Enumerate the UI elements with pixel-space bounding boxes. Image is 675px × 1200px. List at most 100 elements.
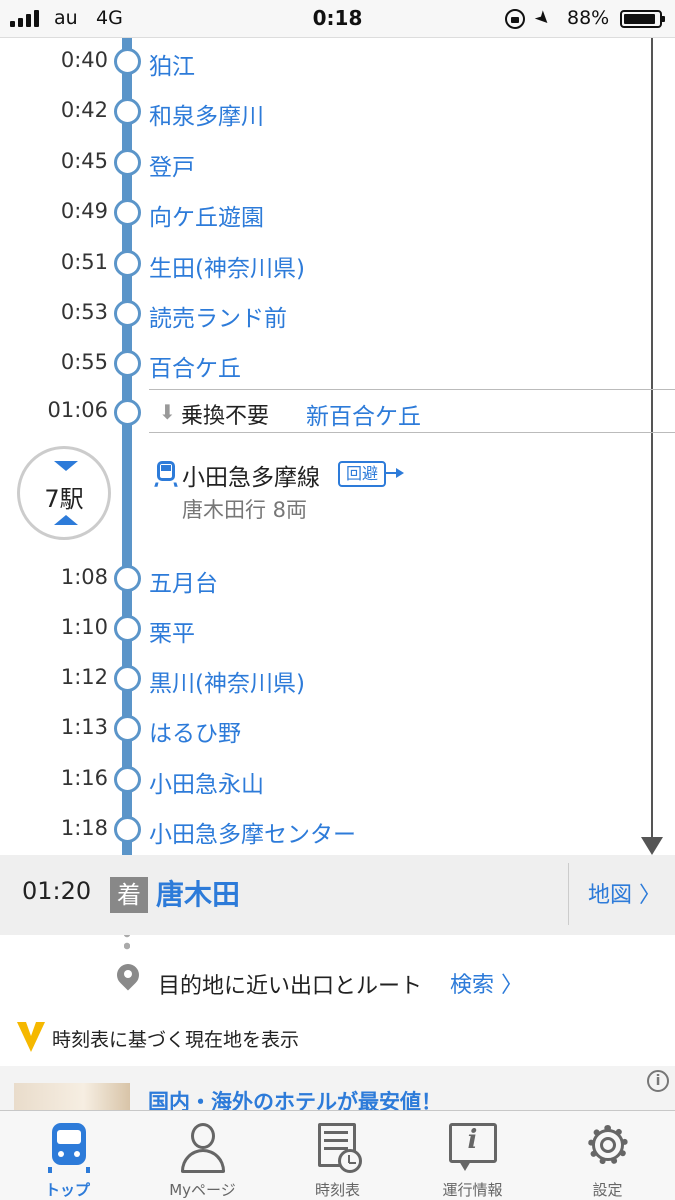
line-name: 小田急多摩線 <box>182 465 320 491</box>
stop-time: 0:49 <box>60 199 108 223</box>
train-icon <box>154 461 178 487</box>
exit-route-label: 目的地に近い出口とルート <box>158 974 423 999</box>
stop-name[interactable]: 和泉多摩川 <box>149 97 264 131</box>
stop-time: 0:42 <box>60 98 108 122</box>
stop-row[interactable]: 0:40 狛江 <box>0 41 675 81</box>
stop-row[interactable]: 0:51 生田(神奈川県) <box>0 243 675 283</box>
arrow-down-icon: ⬇ <box>159 400 176 424</box>
collapse-icon <box>54 461 78 471</box>
stop-dot-icon <box>114 565 141 592</box>
stop-dot-icon <box>114 350 141 377</box>
tab-settings[interactable]: 設定 <box>540 1111 675 1200</box>
map-link[interactable]: 地図 〉 <box>588 877 661 909</box>
stop-time: 0:51 <box>60 250 108 274</box>
stop-dot-icon <box>114 250 141 277</box>
stop-name[interactable]: 狛江 <box>149 47 195 81</box>
gear-icon <box>580 1121 636 1175</box>
ad-text[interactable]: 国内・海外のホテルが最安値！ <box>148 1086 442 1110</box>
stop-row[interactable]: 1:10 栗平 <box>0 608 675 648</box>
stop-time: 0:53 <box>60 300 108 324</box>
stop-row[interactable]: 1:16 小田急永山 <box>0 759 675 799</box>
ad-thumbnail <box>14 1083 130 1110</box>
stop-dot-icon <box>114 665 141 692</box>
station-count: 7駅 <box>44 485 84 513</box>
orientation-lock-icon <box>505 9 525 29</box>
stop-name[interactable]: 登戸 <box>149 148 195 182</box>
train-icon <box>40 1121 96 1175</box>
avoid-button[interactable]: 回避 <box>338 461 387 487</box>
stop-name[interactable]: 読売ランド前 <box>149 299 287 333</box>
stop-name[interactable]: 栗平 <box>149 614 195 648</box>
arrival-station[interactable]: 唐木田 <box>156 873 240 913</box>
stop-name[interactable]: 百合ケ丘 <box>149 349 241 383</box>
stop-time: 1:13 <box>60 715 108 739</box>
stop-dot-icon <box>114 199 141 226</box>
tab-label: 設定 <box>592 1181 623 1199</box>
tab-label: 時刻表 <box>314 1181 360 1199</box>
current-position-row[interactable]: 時刻表に基づく現在地を表示 <box>0 1020 675 1056</box>
stop-row[interactable]: 1:13 はるひ野 <box>0 708 675 748</box>
stop-row[interactable]: 0:42 和泉多摩川 <box>0 91 675 131</box>
line-destination: 唐木田行 8両 <box>182 498 308 522</box>
route-detail[interactable]: 0:40 狛江 0:42 和泉多摩川 0:45 登戸 0:49 向ケ丘遊園 0:… <box>0 38 675 1110</box>
arrival-time: 01:20 <box>22 877 92 905</box>
info-icon: i <box>445 1121 501 1175</box>
arrow-right-icon <box>384 466 404 480</box>
stop-row[interactable]: 0:53 読売ランド前 <box>0 293 675 333</box>
stop-time: 1:16 <box>60 766 108 790</box>
exit-route-row[interactable]: 目的地に近い出口とルート 検索 〉 <box>0 958 675 1008</box>
stop-row[interactable]: 1:08 五月台 <box>0 558 675 598</box>
timetable-icon <box>310 1121 366 1175</box>
stop-name[interactable]: 向ケ丘遊園 <box>149 198 264 232</box>
stop-dot-icon <box>114 715 141 742</box>
battery-icon <box>620 10 665 28</box>
stop-row[interactable]: 1:12 黒川(神奈川県) <box>0 658 675 698</box>
transfer-time: 01:06 <box>47 398 108 422</box>
expand-icon <box>54 515 78 525</box>
stop-name[interactable]: 黒川(神奈川県) <box>149 664 305 698</box>
tab-timetable[interactable]: 時刻表 <box>270 1111 405 1200</box>
map-pin-icon <box>112 959 144 998</box>
battery-percent: 88% <box>567 7 610 29</box>
stop-name[interactable]: 小田急永山 <box>149 765 264 799</box>
stop-dot-icon <box>114 766 141 793</box>
stop-dot-icon <box>114 300 141 327</box>
divider <box>568 863 569 925</box>
tab-bar: トップ Myページ 時刻表 i 運行情報 設定 <box>0 1110 675 1200</box>
stop-name[interactable]: はるひ野 <box>149 714 241 748</box>
stop-time: 0:55 <box>60 350 108 374</box>
stop-time: 1:10 <box>60 615 108 639</box>
stop-time: 0:45 <box>60 149 108 173</box>
transfer-row[interactable]: ⬇ 乗換不要 新百合ケ丘 <box>149 389 675 433</box>
stop-dot-icon <box>114 48 141 75</box>
stop-dot-icon <box>114 149 141 176</box>
arrival-row[interactable]: 01:20 着 唐木田 地図 〉 <box>0 855 675 935</box>
stop-name[interactable]: 生田(神奈川県) <box>149 249 305 283</box>
line-info[interactable]: 小田急多摩線 回避 唐木田行 8両 <box>154 458 555 528</box>
stop-row[interactable]: 0:49 向ケ丘遊園 <box>0 192 675 232</box>
stop-time: 1:18 <box>60 816 108 840</box>
current-position-label: 時刻表に基づく現在地を表示 <box>52 1029 300 1051</box>
tab-label: Myページ <box>169 1181 236 1199</box>
tab-top[interactable]: トップ <box>0 1111 135 1200</box>
stop-name[interactable]: 小田急多摩センター <box>149 815 356 849</box>
stop-time: 0:40 <box>60 48 108 72</box>
stop-dot-icon <box>114 98 141 125</box>
tab-mypage[interactable]: Myページ <box>135 1111 270 1200</box>
stop-row[interactable]: 0:45 登戸 <box>0 142 675 182</box>
tab-service-info[interactable]: i 運行情報 <box>405 1111 540 1200</box>
stop-time: 1:08 <box>60 565 108 589</box>
ad-info-icon[interactable]: i <box>647 1070 669 1092</box>
status-bar: au 4G 0:18 ➤ 88% <box>0 0 675 38</box>
stop-dot-icon <box>114 816 141 843</box>
stop-row[interactable]: 1:18 小田急多摩センター <box>0 809 675 849</box>
stop-row[interactable]: 0:55 百合ケ丘 <box>0 343 675 383</box>
position-arrow-icon <box>17 1022 45 1052</box>
stop-time: 1:12 <box>60 665 108 689</box>
station-count-toggle[interactable]: 7駅 <box>17 446 111 540</box>
stop-name[interactable]: 五月台 <box>149 564 218 598</box>
transfer-station[interactable]: 新百合ケ丘 <box>306 397 421 431</box>
ad-banner[interactable]: 国内・海外のホテルが最安値！ i <box>0 1066 675 1110</box>
stop-dot-icon <box>114 399 141 426</box>
exit-route-search-link[interactable]: 検索 〉 <box>450 967 523 999</box>
